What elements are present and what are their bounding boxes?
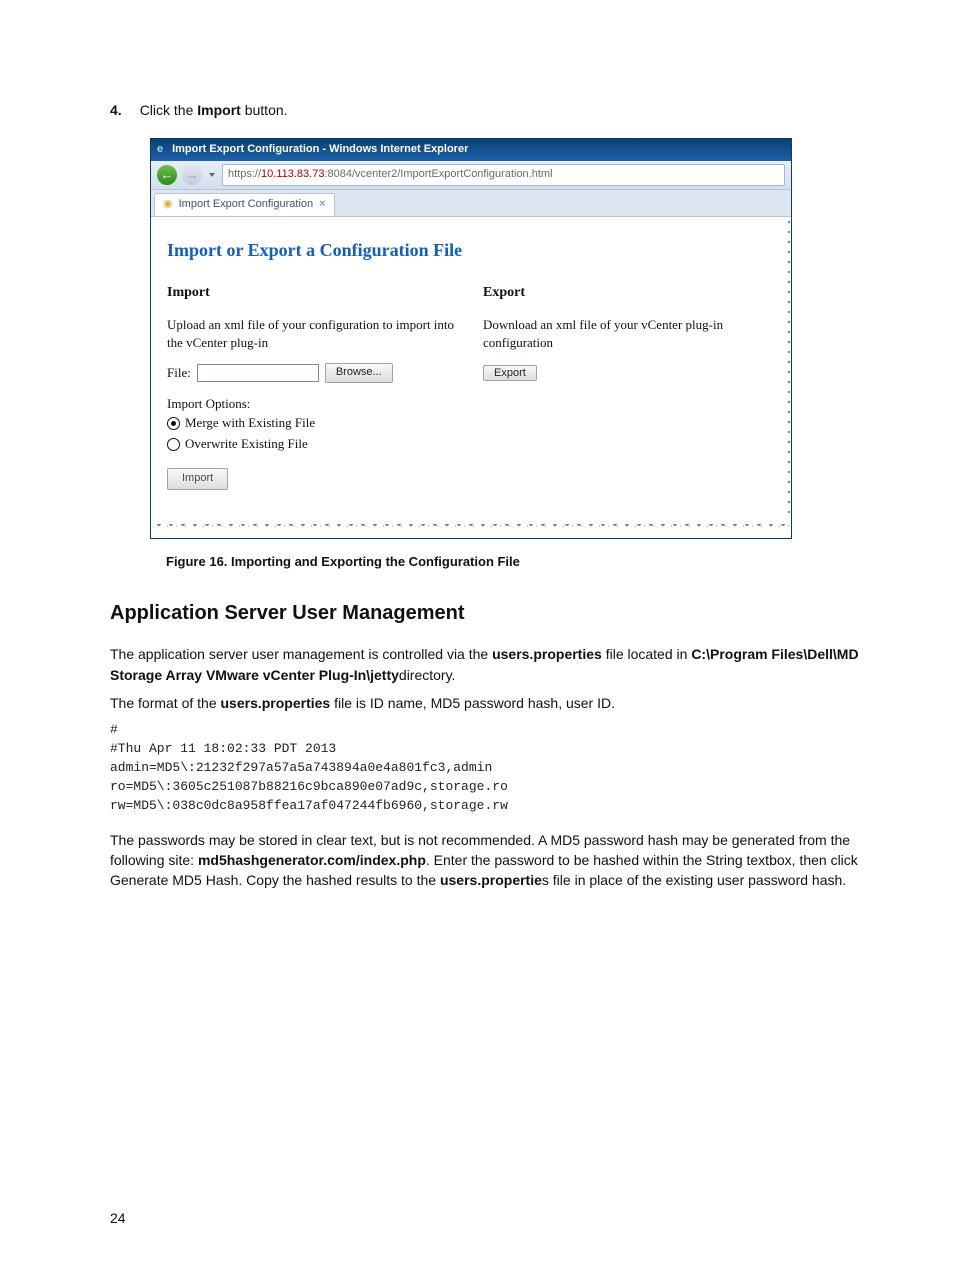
radio-overwrite-label: Overwrite Existing File <box>185 435 308 454</box>
p3-d: users.propertie <box>440 872 542 888</box>
page-number: 24 <box>110 1208 126 1228</box>
radio-merge-label: Merge with Existing File <box>185 414 315 433</box>
figure-caption: Figure 16. Importing and Exporting the C… <box>166 553 874 572</box>
paragraph-3: The passwords may be stored in clear tex… <box>110 830 874 891</box>
file-input[interactable] <box>197 364 319 382</box>
export-button[interactable]: Export <box>483 365 537 381</box>
browse-button[interactable]: Browse... <box>325 363 393 383</box>
import-button[interactable]: Import <box>167 468 228 490</box>
step-suffix: button. <box>241 102 288 118</box>
p1-a: The application server user management i… <box>110 646 492 662</box>
radio-overwrite[interactable] <box>167 438 180 451</box>
browser-tab[interactable]: ◉ Import Export Configuration × <box>154 193 335 216</box>
url-protocol: https:// <box>228 168 261 180</box>
step-bold: Import <box>197 102 241 118</box>
p1-b: users.properties <box>492 646 602 662</box>
url-host: 10.113.83.73 <box>261 168 324 180</box>
window-title: Import Export Configuration - Windows In… <box>172 143 468 155</box>
p2-c: file is ID name, MD5 password hash, user… <box>330 695 615 711</box>
url-path: :8084/vcenter2/ImportExportConfiguration… <box>324 168 552 180</box>
page-heading: Import or Export a Configuration File <box>167 237 775 263</box>
p2-a: The format of the <box>110 695 221 711</box>
window-titlebar: e Import Export Configuration - Windows … <box>151 139 791 161</box>
p1-e: directory. <box>399 667 456 683</box>
step-prefix: Click the <box>140 102 198 118</box>
import-column: Import Upload an xml file of your config… <box>167 283 459 489</box>
export-description: Download an xml file of your vCenter plu… <box>483 316 775 354</box>
arrow-right-icon: → <box>186 166 199 185</box>
tab-label: Import Export Configuration <box>179 197 314 213</box>
address-bar[interactable]: https://10.113.83.73:8084/vcenter2/Impor… <box>222 164 785 186</box>
file-label: File: <box>167 364 191 383</box>
import-options-label: Import Options: <box>167 395 459 414</box>
arrow-left-icon: ← <box>161 166 174 185</box>
p2-b: users.properties <box>221 695 331 711</box>
p1-c: file located in <box>602 646 692 662</box>
step-text: Click the Import button. <box>140 100 288 120</box>
tab-strip: ◉ Import Export Configuration × <box>151 190 791 217</box>
history-dropdown-icon[interactable] <box>209 173 215 177</box>
address-bar-row: ← → https://10.113.83.73:8084/vcenter2/I… <box>151 161 791 190</box>
paragraph-2: The format of the users.properties file … <box>110 693 874 713</box>
p3-b: md5hashgenerator.com/index.php <box>198 852 426 868</box>
section-heading: Application Server User Management <box>110 599 874 628</box>
import-description: Upload an xml file of your configuration… <box>167 316 459 354</box>
forward-button[interactable]: → <box>182 165 202 185</box>
torn-right-edge <box>786 217 792 515</box>
code-block: # #Thu Apr 11 18:02:33 PDT 2013 admin=MD… <box>110 721 874 815</box>
browser-window: e Import Export Configuration - Windows … <box>150 138 792 538</box>
page-icon: ◉ <box>163 197 173 213</box>
ie-icon: e <box>157 142 169 158</box>
radio-merge[interactable] <box>167 417 180 430</box>
back-button[interactable]: ← <box>157 165 177 185</box>
page-body: Import or Export a Configuration File Im… <box>151 217 791 515</box>
export-heading: Export <box>483 283 775 303</box>
close-tab-icon[interactable]: × <box>319 197 325 213</box>
step-number: 4. <box>110 100 122 120</box>
p3-e: s file in place of the existing user pas… <box>542 872 846 888</box>
paragraph-1: The application server user management i… <box>110 644 874 685</box>
export-column: Export Download an xml file of your vCen… <box>483 283 775 489</box>
import-heading: Import <box>167 283 459 303</box>
torn-bottom-edge <box>151 516 791 538</box>
instruction-step: 4. Click the Import button. <box>110 100 874 120</box>
